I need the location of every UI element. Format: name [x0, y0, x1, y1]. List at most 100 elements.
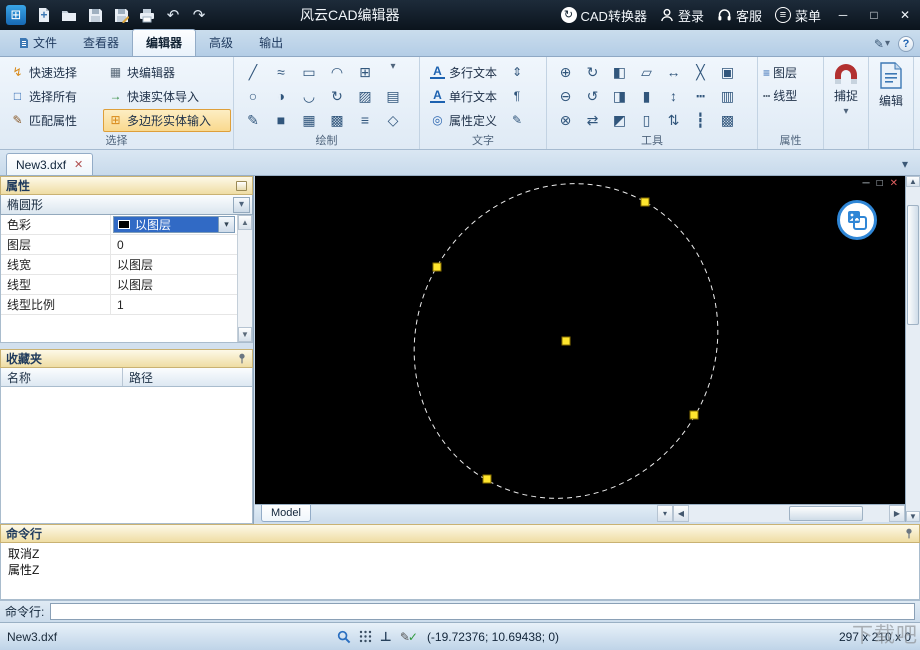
sketch-icon[interactable]: ✎ [241, 110, 265, 131]
hatch-icon[interactable]: ▨ [353, 86, 377, 107]
multiline-text-button[interactable]: A 多行文本 [425, 60, 502, 84]
layout-chevron-button[interactable]: ▾ [657, 505, 673, 522]
scroll-up-button[interactable]: ▲ [238, 215, 252, 230]
save-as-button[interactable] [112, 6, 130, 24]
property-row-linetype-scale[interactable]: 线型比例 1 [1, 295, 237, 315]
grip-handle[interactable] [640, 197, 650, 207]
color-dropdown-button[interactable]: ▾ [218, 217, 234, 232]
menu-button[interactable]: ≡ 菜单 [774, 6, 821, 25]
grip-handle[interactable] [689, 410, 699, 420]
edit-text-icon[interactable]: ✎ [505, 110, 529, 130]
undo-button[interactable]: ↶ [164, 6, 182, 24]
trim-icon[interactable]: ↕ [662, 86, 686, 107]
rectangle-icon[interactable]: ▭ [297, 62, 321, 83]
pin-icon[interactable] [904, 528, 914, 539]
snap-button[interactable]: 捕捉 ▾ [824, 57, 869, 149]
vscroll-thumb[interactable] [907, 205, 919, 325]
grid-icon[interactable]: ▦ [297, 110, 321, 131]
open-folder-button[interactable] [60, 6, 78, 24]
spline-icon[interactable]: ≈ [269, 62, 293, 83]
panel-options-icon[interactable] [236, 180, 247, 191]
maximize-button[interactable]: □ [865, 8, 883, 22]
print-button[interactable] [138, 6, 156, 24]
favorites-path-column[interactable]: 路径 [123, 368, 252, 386]
vertical-scrollbar[interactable]: ▲ ▼ [905, 176, 920, 522]
scroll-down-button[interactable]: ▼ [906, 511, 920, 522]
hscroll-track[interactable] [689, 505, 889, 522]
mirror-icon[interactable]: ◧ [608, 62, 632, 83]
favorites-list[interactable] [0, 387, 253, 524]
vscroll-track[interactable] [906, 187, 920, 511]
select-all-button[interactable]: □ 选择所有 [5, 85, 100, 108]
quick-style-button[interactable]: ✎ ▾ [874, 37, 890, 51]
grid-snap-icon[interactable] [359, 630, 372, 643]
property-row-linetype[interactable]: 线型 以图层 [1, 275, 237, 295]
quick-select-button[interactable]: ↯ 快速选择 [5, 61, 100, 84]
redo-button[interactable]: ↷ [190, 6, 208, 24]
scale-icon[interactable]: ▮ [635, 86, 659, 107]
doc-restore-icon[interactable]: □ [877, 179, 883, 189]
group-icon[interactable]: ▩ [716, 110, 740, 131]
save-button[interactable] [86, 6, 104, 24]
move-icon[interactable]: ⊕ [554, 62, 578, 83]
tab-editor[interactable]: 编辑器 [132, 29, 197, 56]
match-properties-button[interactable]: ✎ 匹配属性 [5, 109, 100, 132]
subtract-icon[interactable]: ⊖ [554, 86, 578, 107]
close-tab-icon[interactable]: ✕ [74, 158, 83, 171]
edit-button[interactable]: 编辑 [869, 57, 914, 149]
scroll-down-button[interactable]: ▼ [238, 327, 252, 342]
command-history[interactable]: 取消Z 属性Z [0, 543, 920, 600]
hscroll-thumb[interactable] [789, 506, 863, 521]
document-tab[interactable]: New3.dxf ✕ [6, 153, 94, 175]
tab-output[interactable]: 输出 [246, 30, 296, 56]
solid-fill-icon[interactable]: ■ [269, 110, 293, 131]
doc-minimize-icon[interactable]: ─ [862, 179, 869, 189]
grip-handle[interactable] [482, 474, 492, 484]
property-row-lineweight[interactable]: 线宽 以图层 [1, 255, 237, 275]
extend-icon[interactable]: ┅ [689, 86, 713, 107]
layer-button[interactable]: ≡ 图层 [763, 64, 819, 81]
tab-advanced[interactable]: 高级 [196, 30, 246, 56]
multiline-icon[interactable]: ≡ [353, 110, 377, 131]
table-icon[interactable]: ▤ [381, 86, 405, 107]
color-combobox[interactable]: 以图层 ▾ [113, 216, 235, 233]
new-file-button[interactable] [34, 6, 52, 24]
singleline-text-button[interactable]: A 单行文本 [425, 84, 502, 108]
command-input[interactable] [50, 603, 915, 620]
join-icon[interactable]: ▥ [716, 86, 740, 107]
drawing-canvas[interactable]: ─ □ ✕ [255, 176, 905, 504]
scroll-right-button[interactable]: ▶ [889, 505, 905, 522]
close-button[interactable]: ✕ [896, 8, 914, 22]
doc-close-icon[interactable]: ✕ [890, 179, 898, 189]
copy-icon[interactable]: ◨ [608, 86, 632, 107]
divide-icon[interactable]: ┇ [689, 110, 713, 131]
measure-icon[interactable]: ⇅ [662, 110, 686, 131]
polygon-entity-input-button[interactable]: ⊞ 多边形实体输入 [103, 108, 231, 132]
property-row-layer[interactable]: 图层 0 [1, 235, 237, 255]
circle-icon[interactable]: ○ [241, 86, 265, 107]
login-button[interactable]: 登录 [660, 6, 704, 25]
horizontal-scrollbar[interactable]: ◀ ▶ [673, 505, 905, 522]
arc-icon[interactable]: ◠ [325, 62, 349, 83]
drawing-svg[interactable] [255, 176, 905, 504]
array-icon[interactable]: ▣ [716, 62, 740, 83]
ortho-mode-icon[interactable]: ⊥ [380, 629, 392, 645]
text-height-icon[interactable]: ⇕ [505, 62, 529, 82]
customer-service-button[interactable]: 客服 [717, 6, 762, 25]
entity-type-dropdown[interactable]: 椭圆形 ▾ [0, 195, 253, 215]
line-icon[interactable]: ╱ [241, 62, 265, 83]
property-grid-scrollbar[interactable]: ▲ ▼ [237, 215, 252, 342]
stretch-icon[interactable]: ↔ [662, 62, 686, 83]
tab-file[interactable]: 文件 [6, 30, 70, 56]
model-tab[interactable]: Model [261, 505, 311, 522]
grip-handle[interactable] [561, 336, 571, 346]
scroll-left-button[interactable]: ◀ [673, 505, 689, 522]
delete-icon[interactable]: ╳ [689, 62, 713, 83]
donut-icon[interactable]: ◑ [269, 86, 293, 107]
grip-handle[interactable] [432, 262, 442, 272]
minimize-button[interactable]: ─ [834, 8, 852, 22]
help-button[interactable]: ? [898, 36, 914, 52]
scroll-up-button[interactable]: ▲ [906, 176, 920, 187]
offset-icon[interactable]: ▱ [635, 62, 659, 83]
block-editor-button[interactable]: ▦ 块编辑器 [103, 61, 231, 84]
